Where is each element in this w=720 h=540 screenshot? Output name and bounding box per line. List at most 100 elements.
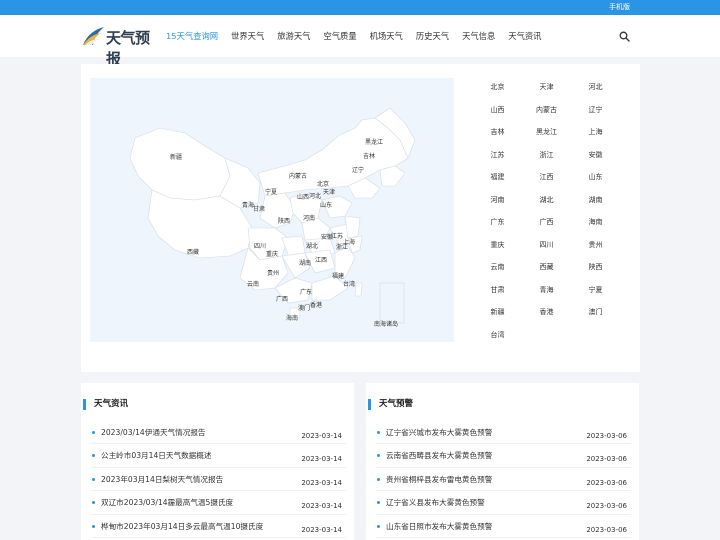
province-link[interactable]: 青海 [522, 279, 571, 302]
province-link[interactable]: 新疆 [473, 301, 522, 324]
province-link[interactable]: 海南 [571, 211, 620, 234]
province-link[interactable]: 台湾 [473, 324, 522, 347]
map-label[interactable]: 宁夏 [265, 187, 277, 196]
province-link[interactable]: 宁夏 [571, 279, 620, 302]
nav-item[interactable]: 机场天气 [370, 30, 403, 42]
map-label[interactable]: 台湾 [343, 279, 355, 288]
map-label[interactable]: 新疆 [170, 152, 182, 161]
province-link[interactable]: 重庆 [473, 234, 522, 257]
map-label[interactable]: 安徽 [321, 232, 333, 241]
list-item-title[interactable]: 辽宁省兴城市发布大雾黄色预警 [386, 427, 492, 438]
map-label[interactable]: 广东 [300, 287, 312, 296]
list-item[interactable]: 公主岭市03月14日天气数据概述 2023-03-14 [91, 444, 346, 468]
map-label[interactable]: 山东 [320, 200, 332, 209]
list-item[interactable]: 辽宁省兴城市发布大雾黄色预警 2023-03-06 [376, 421, 631, 445]
list-item[interactable]: 2023/03/14伊通天气情况报告 2023-03-14 [91, 421, 346, 445]
province-link[interactable]: 广东 [473, 211, 522, 234]
nav-item[interactable]: 15天气查询网 [166, 30, 218, 42]
province-link[interactable]: 河南 [473, 189, 522, 212]
province-link[interactable]: 西藏 [522, 256, 571, 279]
mobile-version-link[interactable]: 手机版 [609, 2, 630, 12]
map-label[interactable]: 天津 [323, 187, 335, 196]
list-item-title[interactable]: 贵州省桐梓县发布雷电黄色预警 [386, 474, 492, 485]
main-nav: 15天气查询网 世界天气 旅游天气 空气质量 机场天气 历史天气 天气信息 天气资讯 [166, 30, 554, 42]
map-label[interactable]: 陕西 [278, 216, 290, 225]
list-item-title[interactable]: 山东省日照市发布大雾黄色预警 [386, 521, 492, 532]
province-link[interactable]: 陕西 [571, 256, 620, 279]
province-link[interactable]: 江苏 [473, 144, 522, 167]
map-label[interactable]: 河北 [309, 191, 321, 200]
nav-item[interactable]: 历史天气 [416, 30, 449, 42]
map-label[interactable]: 甘肃 [253, 204, 265, 213]
site-logo[interactable]: 天气预报 [81, 25, 159, 68]
map-label[interactable]: 澳门 [298, 303, 310, 312]
map-label[interactable]: 河南 [303, 213, 315, 222]
map-label[interactable]: 香港 [310, 300, 322, 309]
list-item-title[interactable]: 云南省西畴县发布大雾黄色预警 [386, 450, 492, 461]
map-label[interactable]: 浙江 [336, 242, 348, 251]
province-link[interactable]: 福建 [473, 166, 522, 189]
province-link[interactable]: 北京 [473, 76, 522, 99]
province-link[interactable]: 江西 [522, 166, 571, 189]
news-card: 天气资讯 2023/03/14伊通天气情况报告 2023-03-14 公主岭市03月… [81, 383, 354, 540]
province-link[interactable]: 云南 [473, 256, 522, 279]
map-label[interactable]: 重庆 [266, 249, 278, 258]
site-header: 天气预报 15天气查询网 世界天气 旅游天气 空气质量 机场天气 历史天气 天气信息 天气资讯 [0, 15, 720, 68]
map-label[interactable]: 湖北 [306, 241, 318, 250]
map-label[interactable]: 黑龙江 [365, 137, 383, 146]
top-bar: 手机版 [0, 0, 720, 15]
province-link[interactable]: 安徽 [571, 144, 620, 167]
province-link[interactable]: 黑龙江 [522, 121, 571, 144]
list-item[interactable]: 2023年03月14日梨树天气情况报告 2023-03-14 [91, 468, 346, 492]
province-link[interactable]: 辽宁 [571, 99, 620, 122]
province-link[interactable]: 澳门 [571, 301, 620, 324]
list-item[interactable]: 贵州省桐梓县发布雷电黄色预警 2023-03-06 [376, 468, 631, 492]
map-label[interactable]: 湖南 [299, 258, 311, 267]
list-item-title[interactable]: 2023/03/14伊通天气情况报告 [101, 427, 206, 438]
list-item[interactable]: 桦甸市2023年03月14日多云最高气温10摄氏度 2023-03-14 [91, 515, 346, 538]
province-link[interactable]: 湖南 [571, 189, 620, 212]
list-item[interactable]: 辽宁省义县发布大雾黄色预警 2023-03-06 [376, 491, 631, 515]
province-link[interactable]: 香港 [522, 301, 571, 324]
province-link[interactable]: 山东 [571, 166, 620, 189]
province-link[interactable]: 河北 [571, 76, 620, 99]
list-item-title[interactable]: 双辽市2023/03/14霾最高气温5摄氏度 [101, 497, 233, 508]
list-item-date: 2023-03-06 [586, 478, 627, 487]
list-item-title[interactable]: 公主岭市03月14日天气数据概述 [101, 450, 211, 461]
list-item[interactable]: 双辽市2023/03/14霾最高气温5摄氏度 2023-03-14 [91, 491, 346, 515]
list-item[interactable]: 山东省日照市发布大雾黄色预警 2023-03-06 [376, 515, 631, 538]
province-link[interactable]: 贵州 [571, 234, 620, 257]
map-label[interactable]: 西藏 [187, 247, 199, 256]
list-item-title[interactable]: 桦甸市2023年03月14日多云最高气温10摄氏度 [101, 521, 263, 532]
province-link[interactable]: 甘肃 [473, 279, 522, 302]
map-label[interactable]: 海南 [286, 313, 298, 322]
search-icon[interactable] [619, 31, 630, 42]
nav-item[interactable]: 天气资讯 [508, 30, 541, 42]
map-label[interactable]: 吉林 [363, 151, 375, 160]
province-link[interactable]: 浙江 [522, 144, 571, 167]
province-link[interactable]: 天津 [522, 76, 571, 99]
nav-item[interactable]: 空气质量 [323, 30, 356, 42]
province-link[interactable]: 广西 [522, 211, 571, 234]
map-label[interactable]: 贵州 [267, 268, 279, 277]
list-item-title[interactable]: 2023年03月14日梨树天气情况报告 [101, 474, 223, 485]
map-label[interactable]: 辽宁 [352, 165, 364, 174]
map-label[interactable]: 江西 [315, 255, 327, 264]
nav-item[interactable]: 世界天气 [231, 30, 264, 42]
map-label[interactable]: 云南 [247, 279, 259, 288]
map-label[interactable]: 内蒙古 [289, 171, 307, 180]
list-item-title[interactable]: 辽宁省义县发布大雾黄色预警 [386, 497, 485, 508]
map-label[interactable]: 广西 [276, 294, 288, 303]
nav-item[interactable]: 天气信息 [462, 30, 495, 42]
nav-item[interactable]: 旅游天气 [277, 30, 310, 42]
province-link[interactable]: 上海 [571, 121, 620, 144]
province-link[interactable]: 山西 [473, 99, 522, 122]
map-label[interactable]: 四川 [254, 241, 266, 250]
map-label[interactable]: 南海诸岛 [374, 319, 398, 328]
province-link[interactable]: 内蒙古 [522, 99, 571, 122]
map-label[interactable]: 山西 [297, 192, 309, 201]
province-link[interactable]: 吉林 [473, 121, 522, 144]
province-link[interactable]: 湖北 [522, 189, 571, 212]
list-item[interactable]: 云南省西畴县发布大雾黄色预警 2023-03-06 [376, 444, 631, 468]
province-link[interactable]: 四川 [522, 234, 571, 257]
